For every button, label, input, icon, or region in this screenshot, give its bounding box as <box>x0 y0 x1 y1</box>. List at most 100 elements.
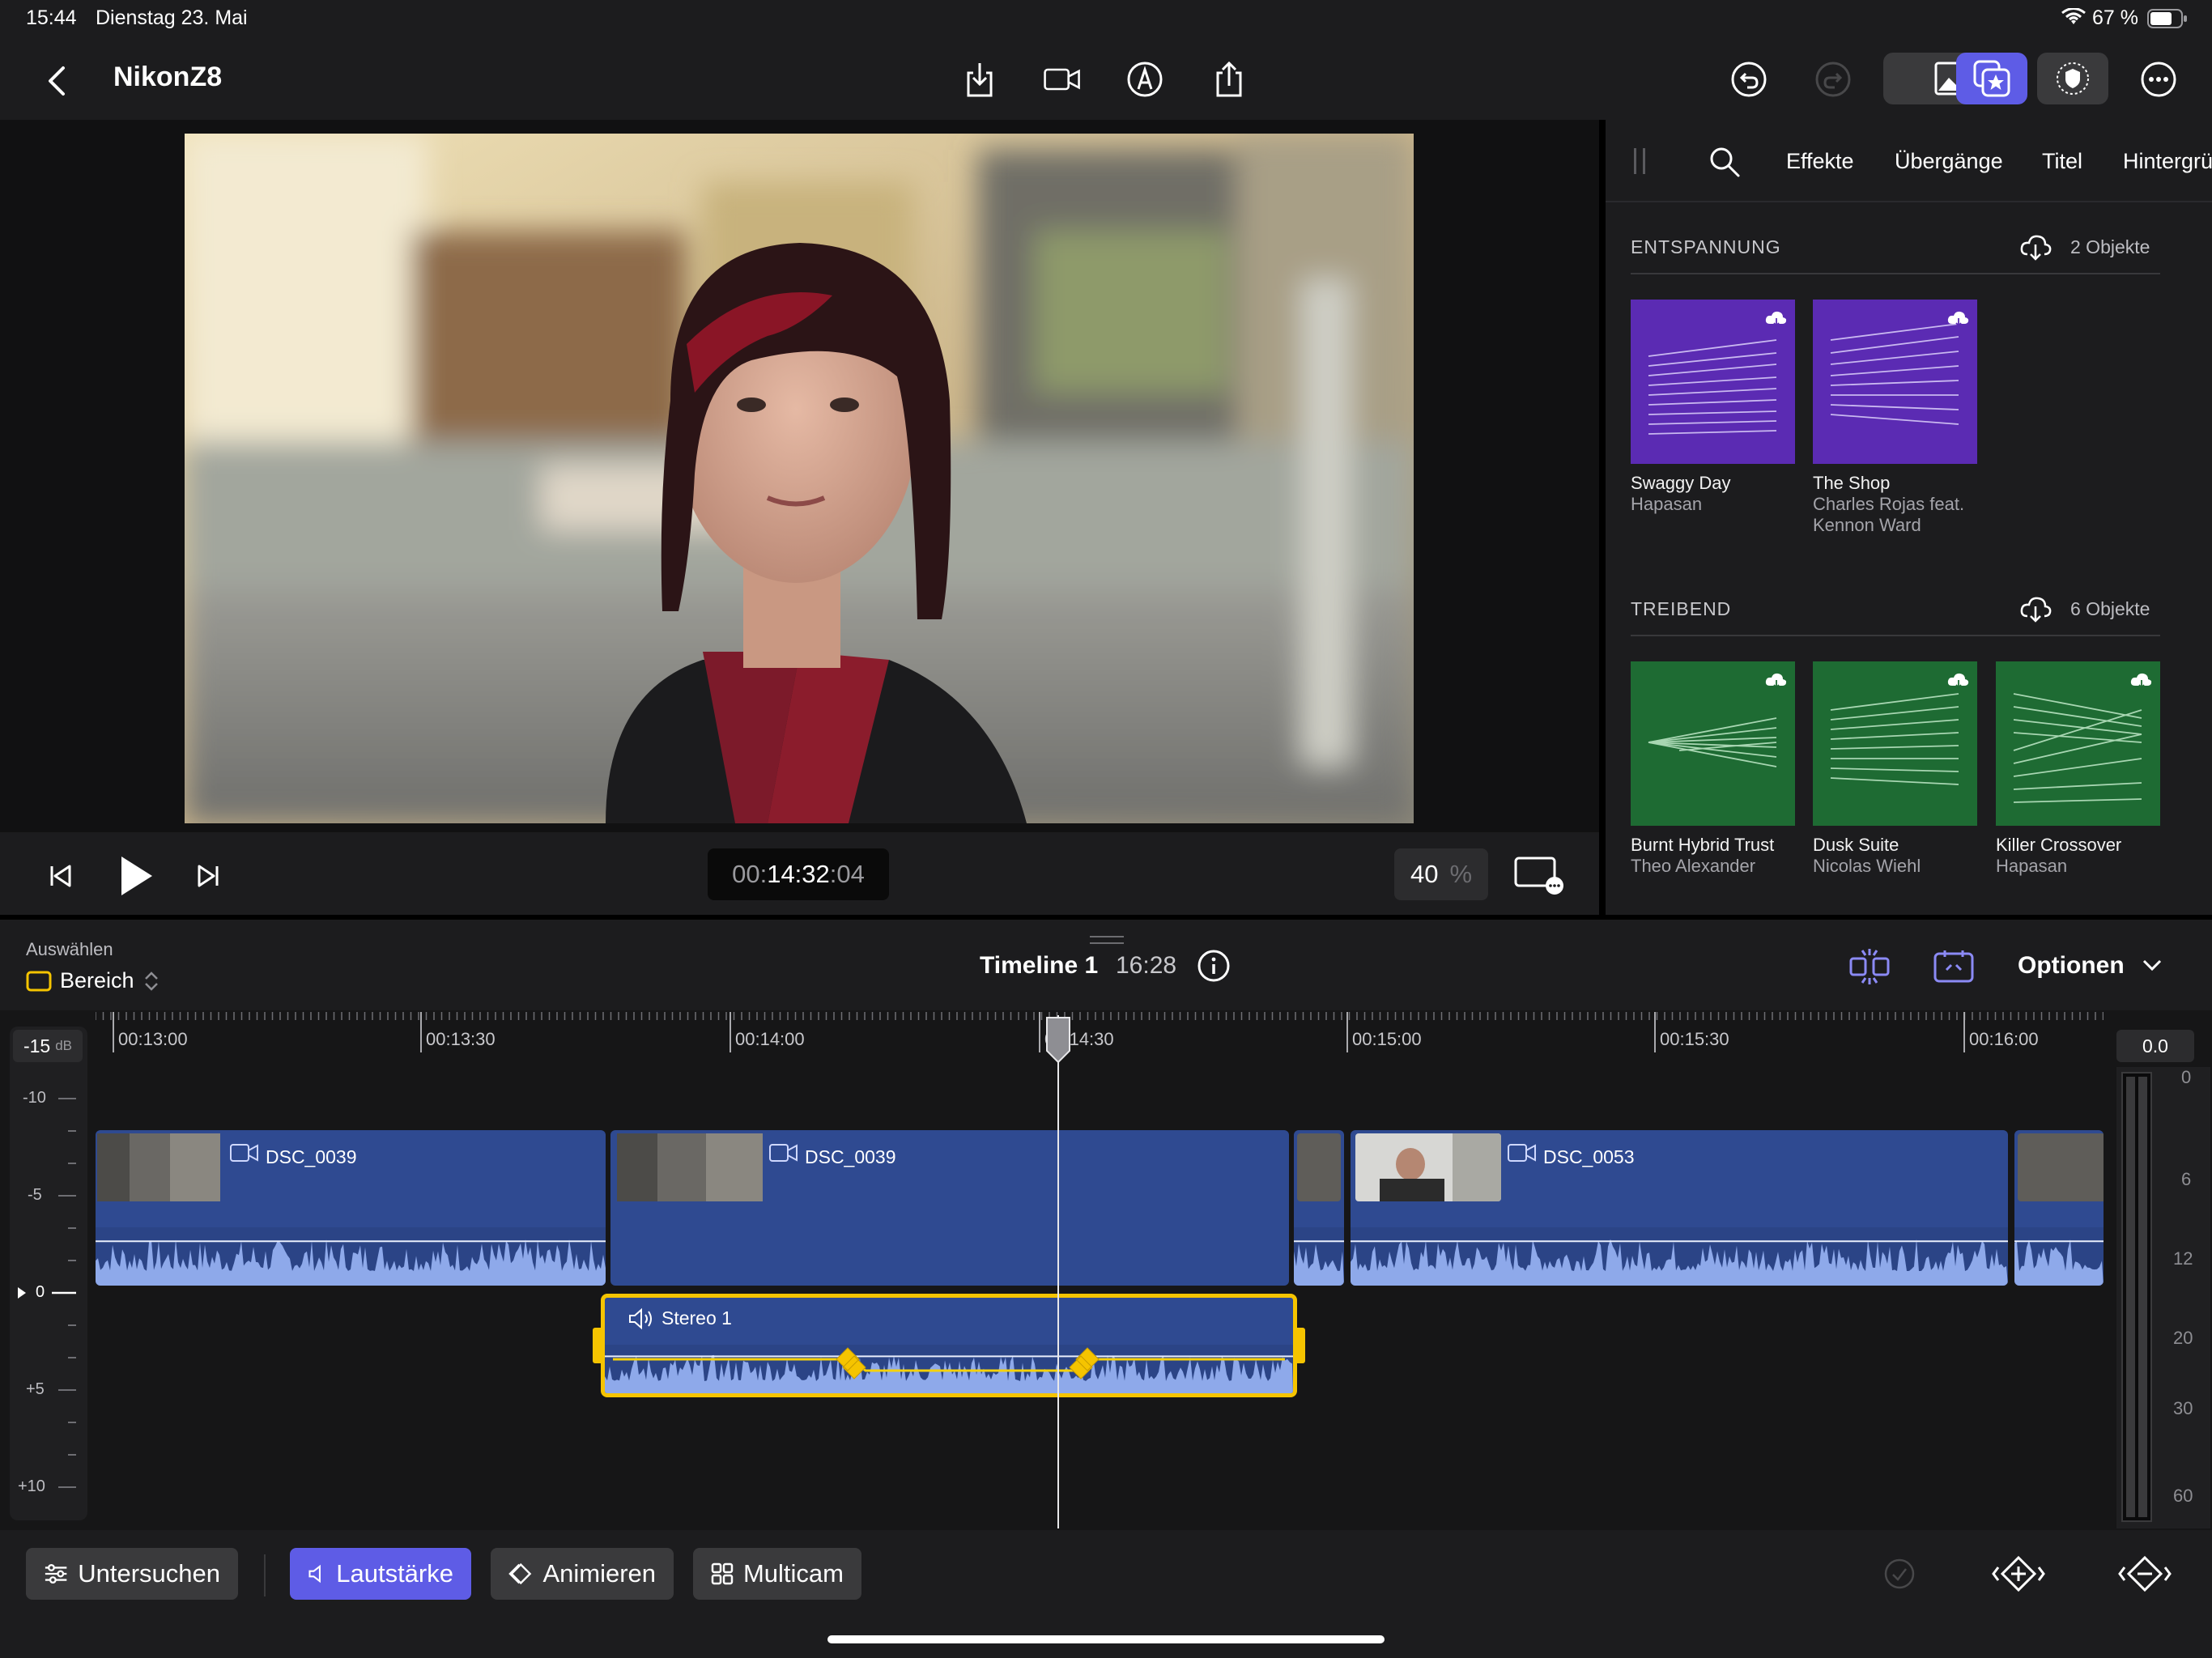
chevron-down-icon[interactable] <box>2141 957 2163 977</box>
ruler-label: 00:14:00 <box>735 1029 805 1049</box>
audio-waveform <box>1351 1239 2008 1286</box>
section-count-relax: 2 Objekte <box>2070 236 2150 257</box>
playhead[interactable] <box>1057 1015 1059 1528</box>
soundtrack-title: Killer Crossover <box>1996 835 2122 855</box>
video-clip[interactable] <box>2014 1130 2104 1286</box>
volume-curve[interactable] <box>605 1298 1293 1393</box>
audio-clip-selected[interactable]: Stereo 1 <box>601 1294 1297 1397</box>
battery-icon <box>2147 9 2188 32</box>
video-clip[interactable]: DSC_0053 <box>1351 1130 2008 1286</box>
ruler-label: 00:15:30 <box>1660 1029 1729 1049</box>
select-mode-label: Auswählen <box>26 939 113 959</box>
grid-icon <box>711 1562 734 1585</box>
video-icon <box>230 1144 258 1162</box>
skimming-icon[interactable] <box>1932 947 1976 990</box>
tabs-divider <box>1606 201 2212 202</box>
meter-label: 20 <box>2173 1328 2193 1348</box>
soundtrack-caption: Killer Crossover Hapasan <box>1996 835 2166 877</box>
multicam-label: Multicam <box>742 1559 844 1588</box>
select-mode-dropdown[interactable]: Bereich <box>26 968 160 993</box>
meter-label: 6 <box>2181 1169 2192 1189</box>
resize-grabber[interactable] <box>1090 936 1124 944</box>
tab-titles[interactable]: Titel <box>2042 149 2082 174</box>
add-keyframe-icon[interactable] <box>1992 1554 2045 1597</box>
playhead-handle[interactable] <box>1044 1015 1072 1065</box>
viewer-frame <box>185 134 1414 823</box>
tab-effects[interactable]: Effekte <box>1786 149 1854 174</box>
checkmark-icon[interactable] <box>1883 1558 1916 1594</box>
video-clip[interactable]: DSC_0039 <box>610 1130 1289 1286</box>
soundtrack-artist: Theo Alexander <box>1631 856 1756 876</box>
timecode-hours: 00: <box>732 860 768 888</box>
info-icon[interactable] <box>1197 949 1231 987</box>
library-star-icon <box>1973 60 2010 97</box>
cloud-download-icon[interactable] <box>2019 233 2052 265</box>
multicam-button[interactable]: Multicam <box>693 1548 861 1600</box>
soundtrack-thumb-burnt-hybrid-trust[interactable] <box>1631 661 1795 826</box>
db-label: +10 <box>18 1477 45 1495</box>
soundtrack-thumb-the-shop[interactable] <box>1813 300 1977 464</box>
zoom-field[interactable]: 40% <box>1394 848 1488 900</box>
sliders-icon <box>45 1563 67 1584</box>
clip-thumbnail <box>97 1133 220 1201</box>
share-icon[interactable] <box>1205 55 1253 104</box>
snapping-icon[interactable] <box>1846 947 1893 990</box>
inspect-label: Untersuchen <box>78 1559 220 1588</box>
timeline-duration: 16:28 <box>1116 952 1177 979</box>
trim-handle-right[interactable] <box>1294 1328 1305 1363</box>
voiceover-icon[interactable] <box>1121 55 1169 104</box>
redo-icon[interactable] <box>1809 55 1857 104</box>
soundtrack-title: Burnt Hybrid Trust <box>1631 835 1775 855</box>
panel-divider[interactable] <box>1599 120 1606 915</box>
viewer-options-icon[interactable] <box>1512 853 1566 899</box>
soundtrack-caption: Swaggy Day Hapasan <box>1631 473 1801 515</box>
audio-waveform <box>2014 1239 2104 1286</box>
animate-label: Animieren <box>542 1559 656 1588</box>
soundtrack-title: Dusk Suite <box>1813 835 1899 855</box>
status-date: Dienstag 23. Mai <box>96 6 248 29</box>
inspect-button[interactable]: Untersuchen <box>26 1548 238 1600</box>
soundtrack-thumb-swaggy-day[interactable] <box>1631 300 1795 464</box>
tab-backgrounds[interactable]: Hintergrü <box>2123 149 2212 174</box>
keyframe-diamond-icon[interactable] <box>835 1346 874 1384</box>
import-icon[interactable] <box>955 55 1004 104</box>
play-icon[interactable] <box>117 853 155 903</box>
meter-peak-readout: 0.0 <box>2116 1030 2194 1062</box>
remove-keyframe-icon[interactable] <box>2118 1554 2172 1597</box>
more-icon[interactable] <box>2134 55 2183 104</box>
keyframes-icon <box>508 1562 532 1585</box>
keyframe-diamond-icon[interactable] <box>1061 1346 1100 1384</box>
trim-handle-left[interactable] <box>593 1328 604 1363</box>
toolbar <box>0 39 2212 120</box>
tab-transitions[interactable]: Übergänge <box>1895 149 2003 174</box>
video-clip[interactable]: DSC_0039 <box>96 1130 606 1286</box>
undo-icon[interactable] <box>1725 55 1773 104</box>
video-clip[interactable] <box>1294 1130 1344 1286</box>
cloud-download-icon[interactable] <box>2019 595 2052 627</box>
camera-icon[interactable] <box>1038 55 1087 104</box>
video-icon <box>1508 1144 1536 1162</box>
timecode-display[interactable]: 00: 14:32:04 <box>708 848 889 900</box>
battery-percent: 67 % <box>2092 6 2138 29</box>
back-chevron-icon[interactable] <box>34 57 83 105</box>
content-library-button[interactable] <box>1956 53 2027 104</box>
inspector-button[interactable] <box>2037 53 2108 104</box>
skip-forward-icon[interactable] <box>191 860 223 896</box>
home-indicator[interactable] <box>827 1635 1385 1643</box>
db-label: -10 <box>23 1089 46 1107</box>
skip-back-icon[interactable] <box>45 860 78 896</box>
zoom-value: 40 <box>1410 860 1439 888</box>
animate-button[interactable]: Animieren <box>491 1548 674 1600</box>
timecode-frames: :04 <box>829 860 865 888</box>
options-menu[interactable]: Optionen <box>2018 952 2125 980</box>
range-select-icon <box>26 971 52 991</box>
volume-button[interactable]: Lautstärke <box>290 1548 471 1600</box>
soundtrack-thumb-killer-crossover[interactable] <box>1996 661 2160 826</box>
soundtrack-artist: Hapasan <box>1631 494 1703 514</box>
ruler-label: 00:13:00 <box>118 1029 188 1049</box>
panel-grip-handle[interactable] <box>1634 148 1645 174</box>
ruler-label: 00:15:00 <box>1352 1029 1422 1049</box>
soundtrack-thumb-dusk-suite[interactable] <box>1813 661 1977 826</box>
clip-name: DSC_0039 <box>266 1146 357 1167</box>
search-icon[interactable] <box>1708 146 1741 182</box>
